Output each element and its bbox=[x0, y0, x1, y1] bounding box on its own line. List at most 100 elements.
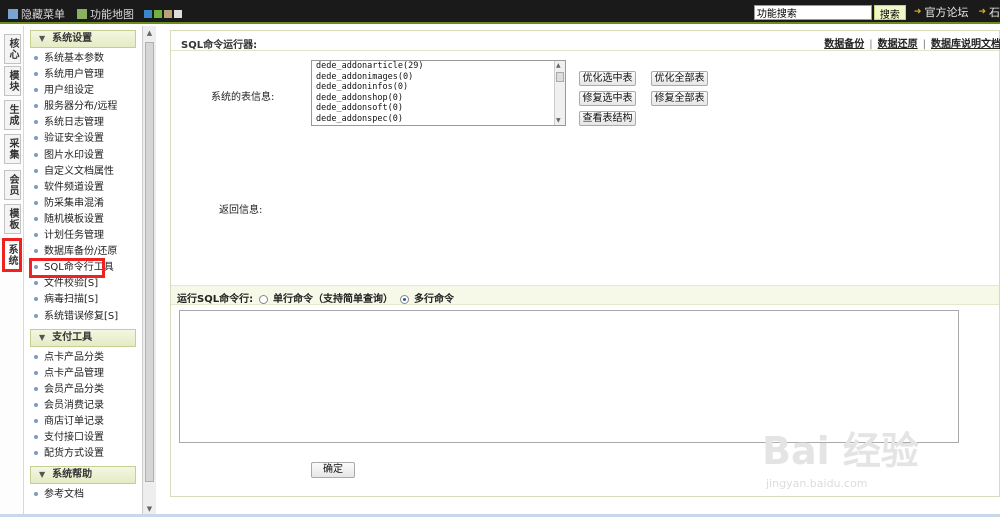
collapse-triangle-icon: ▼ bbox=[39, 34, 46, 43]
menu-item-virus-scan[interactable]: 病毒扫描[S] bbox=[34, 292, 142, 308]
menu-item-db-backup[interactable]: 数据库备份/还原 bbox=[34, 244, 142, 260]
menu-item-label: 系统日志管理 bbox=[44, 117, 104, 129]
menu-item-label: 会员产品分类 bbox=[44, 383, 104, 395]
separator: | bbox=[922, 39, 926, 50]
menu-item-scheduled-tasks[interactable]: 计划任务管理 bbox=[34, 228, 142, 244]
main-panel: SQL命令运行器: 数据备份 | 数据还原 | 数据库说明文档 系统的表信息: dede… bbox=[170, 30, 1000, 497]
mode-single-option[interactable]: 单行命令（支持简单查询） bbox=[259, 290, 393, 305]
radio-single[interactable] bbox=[259, 294, 268, 304]
function-search-input[interactable] bbox=[753, 4, 872, 20]
menu-item-label: 商店订单记录 bbox=[44, 415, 104, 427]
official-forum-link[interactable]: 官方论坛 bbox=[924, 4, 968, 20]
bullet-icon bbox=[34, 435, 38, 440]
db-docs-link[interactable]: 数据库说明文档 bbox=[931, 39, 1000, 50]
module-tab-modules[interactable]: 模块 bbox=[4, 66, 21, 96]
theme-swatch-blue[interactable] bbox=[144, 10, 152, 18]
menu-item-member-spending[interactable]: 会员消费记录 bbox=[34, 398, 142, 414]
bullet-icon bbox=[34, 56, 38, 60]
scroll-down-icon[interactable]: ▼ bbox=[556, 117, 561, 124]
optimize-all-button[interactable]: 优化全部表 bbox=[651, 71, 708, 86]
menu-item-label: 配货方式设置 bbox=[44, 448, 104, 460]
menu-item-file-check[interactable]: 文件校验[S] bbox=[34, 276, 142, 292]
table-option[interactable]: dede_addonarticle(29) bbox=[312, 61, 565, 72]
overflow-link[interactable]: 石 bbox=[989, 4, 1000, 20]
scrollbar-thumb[interactable] bbox=[556, 72, 564, 82]
menu-item-custom-attributes[interactable]: 自定义文档属性 bbox=[34, 164, 142, 180]
module-tab-generate[interactable]: 生成 bbox=[4, 100, 21, 130]
menu-item-member-product-category[interactable]: 会员产品分类 bbox=[34, 382, 142, 398]
menu-item-user-management[interactable]: 系统用户管理 bbox=[34, 67, 142, 83]
menu-item-label: 系统基本参数 bbox=[44, 53, 104, 64]
menu-item-anti-collect[interactable]: 防采集串混淆 bbox=[34, 196, 142, 212]
radio-multi[interactable] bbox=[400, 294, 409, 304]
section-header-system-settings[interactable]: ▼ 系统设置 bbox=[30, 30, 136, 48]
confirm-button[interactable]: 确定 bbox=[311, 462, 355, 478]
bullet-icon bbox=[34, 216, 38, 221]
table-option[interactable]: dede_addonshop(0) bbox=[312, 93, 565, 104]
menu-item-sql-tool[interactable]: SQL命令行工具 bbox=[29, 258, 114, 279]
menu-item-system-log[interactable]: 系统日志管理 bbox=[34, 115, 142, 131]
module-tab-system[interactable]: 系统 bbox=[2, 238, 22, 272]
section-header-payment-tools[interactable]: ▼ 支付工具 bbox=[30, 328, 136, 347]
menu-item-server-distribution[interactable]: 服务器分布/远程 bbox=[34, 99, 142, 115]
hide-menu-icon bbox=[8, 9, 18, 19]
table-option[interactable]: dede_addonimages(0) bbox=[312, 72, 565, 83]
theme-swatch-green[interactable] bbox=[154, 10, 162, 18]
menu-item-card-category[interactable]: 点卡产品分类 bbox=[34, 350, 142, 366]
menu-item-label: 验证安全设置 bbox=[44, 133, 104, 145]
mode-multi-option[interactable]: 多行命令 bbox=[400, 290, 454, 305]
search-button[interactable]: 搜索 bbox=[873, 4, 906, 21]
menu-item-basic-params[interactable]: 系统基本参数 bbox=[34, 51, 142, 67]
menu-item-shop-orders[interactable]: 商店订单记录 bbox=[34, 414, 142, 430]
menu-item-security[interactable]: 验证安全设置 bbox=[34, 131, 142, 147]
menu-item-user-group[interactable]: 用户组设定 bbox=[34, 83, 142, 99]
section-header-system-help[interactable]: ▼ 系统帮助 bbox=[30, 466, 136, 485]
menu-item-label: 会员消费记录 bbox=[44, 399, 104, 411]
bullet-icon bbox=[34, 370, 38, 375]
view-structure-button[interactable]: 查看表结构 bbox=[579, 111, 636, 126]
bullet-icon bbox=[34, 104, 38, 109]
table-option[interactable]: dede_addonsoft(0) bbox=[312, 103, 565, 114]
menu-item-label: 点卡产品分类 bbox=[44, 351, 104, 363]
forum-arrow-icon: ➜ bbox=[913, 7, 922, 17]
sidebar-scrollbar[interactable]: ▲ ▼ bbox=[142, 26, 156, 517]
module-tab-template[interactable]: 模板 bbox=[4, 204, 21, 234]
menu-item-random-template[interactable]: 随机模板设置 bbox=[34, 212, 142, 228]
section-title: 支付工具 bbox=[52, 331, 93, 343]
bullet-icon bbox=[34, 297, 38, 302]
module-tab-core[interactable]: 核心 bbox=[4, 34, 21, 64]
data-restore-link[interactable]: 数据还原 bbox=[878, 39, 918, 50]
mode-multi-label: 多行命令 bbox=[414, 294, 454, 305]
return-info-label: 返回信息: bbox=[219, 205, 263, 216]
scroll-up-icon[interactable]: ▲ bbox=[556, 62, 561, 69]
menu-item-error-repair[interactable]: 系统错误修复[S] bbox=[34, 309, 142, 325]
table-list-scrollbar[interactable]: ▲ ▼ bbox=[554, 61, 565, 125]
theme-swatch-brown[interactable] bbox=[164, 10, 172, 18]
menu-item-software-channel[interactable]: 软件频道设置 bbox=[34, 180, 142, 196]
module-tab-member[interactable]: 会员 bbox=[4, 170, 21, 200]
bullet-icon bbox=[34, 152, 38, 157]
menu-item-reference-docs[interactable]: 参考文档 bbox=[34, 487, 142, 503]
scroll-up-icon[interactable]: ▲ bbox=[144, 28, 155, 39]
bullet-icon bbox=[34, 492, 38, 497]
title-links: 数据备份 | 数据还原 | 数据库说明文档 bbox=[824, 35, 1000, 50]
table-option[interactable]: dede_addonspec(0) bbox=[312, 114, 565, 125]
repair-all-button[interactable]: 修复全部表 bbox=[651, 91, 708, 106]
data-backup-link[interactable]: 数据备份 bbox=[824, 39, 864, 50]
menu-item-watermark[interactable]: 图片水印设置 bbox=[34, 148, 142, 164]
table-list-select[interactable]: dede_addonarticle(29) dede_addonimages(0… bbox=[311, 60, 566, 126]
hide-menu-link[interactable]: 隐藏菜单 bbox=[21, 6, 65, 22]
menu-item-label: 点卡产品管理 bbox=[44, 367, 104, 379]
menu-item-card-management[interactable]: 点卡产品管理 bbox=[34, 366, 142, 382]
optimize-selected-button[interactable]: 优化选中表 bbox=[579, 71, 636, 86]
sql-command-textarea[interactable] bbox=[179, 310, 959, 443]
repair-selected-button[interactable]: 修复选中表 bbox=[579, 91, 636, 106]
site-map-link[interactable]: 功能地图 bbox=[90, 6, 134, 22]
table-option[interactable]: dede_addoninfos(0) bbox=[312, 82, 565, 93]
scrollbar-thumb[interactable] bbox=[145, 42, 154, 482]
menu-item-delivery-methods[interactable]: 配货方式设置 bbox=[34, 446, 142, 462]
module-tab-collect[interactable]: 采集 bbox=[4, 134, 21, 164]
menu-item-payment-gateway[interactable]: 支付接口设置 bbox=[34, 430, 142, 446]
menu-item-label: 数据库备份/还原 bbox=[44, 246, 118, 258]
theme-swatch-gray[interactable] bbox=[174, 10, 182, 18]
